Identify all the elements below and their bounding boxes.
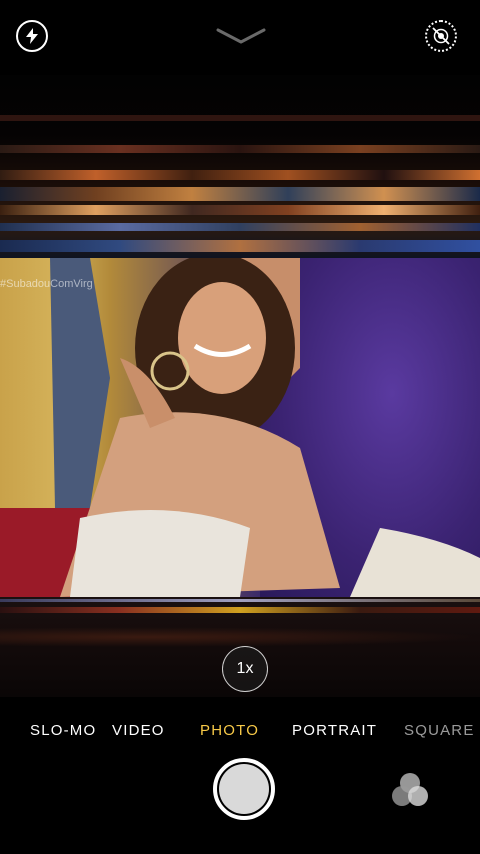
zoom-label: 1x (236, 660, 254, 677)
flash-icon[interactable] (16, 20, 48, 52)
mode-square[interactable]: SQUARE (404, 722, 475, 739)
live-photo-off-icon[interactable] (425, 20, 457, 52)
shutter-inner (219, 764, 269, 814)
mode-portrait[interactable]: PORTRAIT (292, 722, 377, 739)
mode-video[interactable]: VIDEO (112, 722, 165, 739)
mode-photo[interactable]: PHOTO (200, 722, 259, 739)
mode-slo-mo[interactable]: SLO-MO (30, 722, 96, 739)
camera-preview[interactable]: #SubadouComVirg (0, 258, 480, 597)
viewfinder-glitch-strip (0, 75, 480, 258)
chevron-down-icon[interactable] (216, 26, 266, 46)
mode-selector: SLO-MO VIDEO PHOTO PORTRAIT SQUARE (0, 722, 480, 742)
zoom-button[interactable]: 1x (222, 646, 268, 692)
filters-icon[interactable] (388, 770, 432, 810)
top-toolbar (0, 0, 480, 75)
subject-image (0, 258, 480, 597)
watermark-text: #SubadouComVirg (0, 278, 93, 290)
shutter-button[interactable] (213, 758, 275, 820)
